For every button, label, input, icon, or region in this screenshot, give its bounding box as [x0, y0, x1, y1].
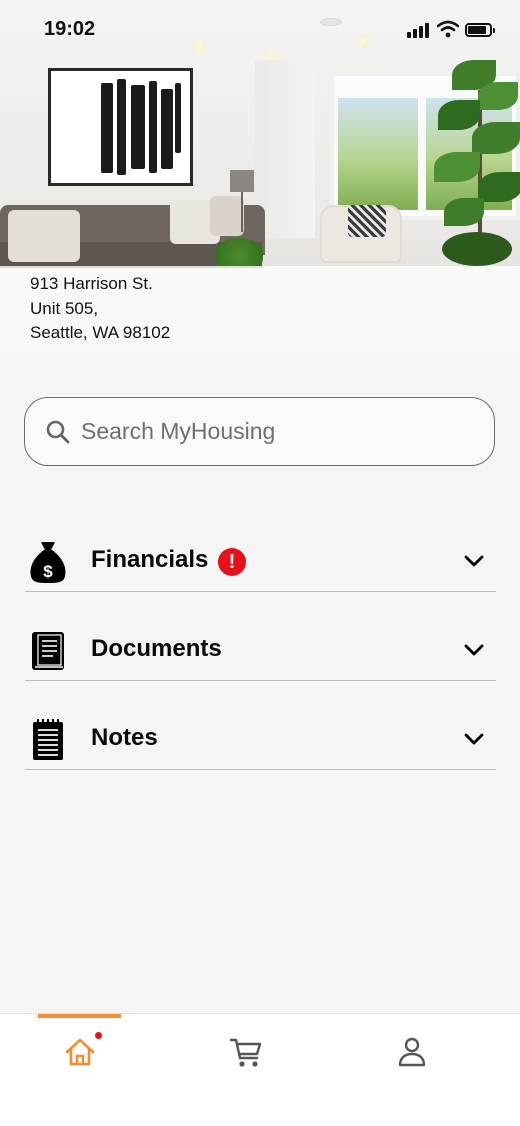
money-bag-icon: $: [30, 542, 66, 583]
section-label: Notes: [91, 724, 158, 751]
section-financials[interactable]: $ Financials !: [25, 532, 496, 592]
search-input[interactable]: [81, 398, 481, 464]
small-plant: [215, 238, 263, 268]
chevron-down-icon[interactable]: [464, 643, 484, 657]
battery-icon: [465, 23, 495, 37]
chevron-down-icon[interactable]: [464, 554, 484, 568]
address-line-3: Seattle, WA 98102: [30, 323, 171, 342]
notepad-icon: [33, 719, 63, 760]
svg-text:$: $: [43, 562, 53, 581]
alert-badge: !: [218, 548, 246, 576]
section-notes[interactable]: Notes: [25, 710, 496, 770]
search-bar[interactable]: [24, 397, 495, 466]
section-documents[interactable]: Documents: [25, 621, 496, 681]
wifi-icon: [437, 20, 459, 38]
plant-foliage-base: [442, 232, 512, 266]
address-line-1: 913 Harrison St.: [30, 274, 153, 293]
pillow: [8, 210, 80, 262]
lamp: [230, 170, 254, 192]
book-icon: [32, 632, 64, 670]
cellular-signal-icon: [407, 22, 431, 38]
active-tab-indicator: [38, 1014, 121, 1018]
address-line-2: Unit 505,: [30, 298, 99, 318]
chair-pillow: [348, 205, 386, 237]
cart-icon[interactable]: [226, 1032, 266, 1072]
profile-icon[interactable]: [392, 1032, 432, 1072]
notification-dot: [95, 1032, 102, 1039]
home-icon[interactable]: [60, 1032, 100, 1072]
pillow: [210, 196, 244, 236]
section-label: Financials: [91, 546, 209, 573]
status-time: 19:02: [44, 18, 96, 40]
status-bar: 19:02: [0, 0, 520, 60]
wall-artwork: [48, 68, 193, 186]
lamp-pole: [241, 192, 243, 232]
section-label: Documents: [91, 635, 222, 662]
bottom-navigation: [0, 1013, 520, 1126]
property-address: 913 Harrison St. Unit 505, Seattle, WA 9…: [0, 266, 520, 352]
chevron-down-icon[interactable]: [464, 732, 484, 746]
search-icon: [46, 420, 70, 444]
